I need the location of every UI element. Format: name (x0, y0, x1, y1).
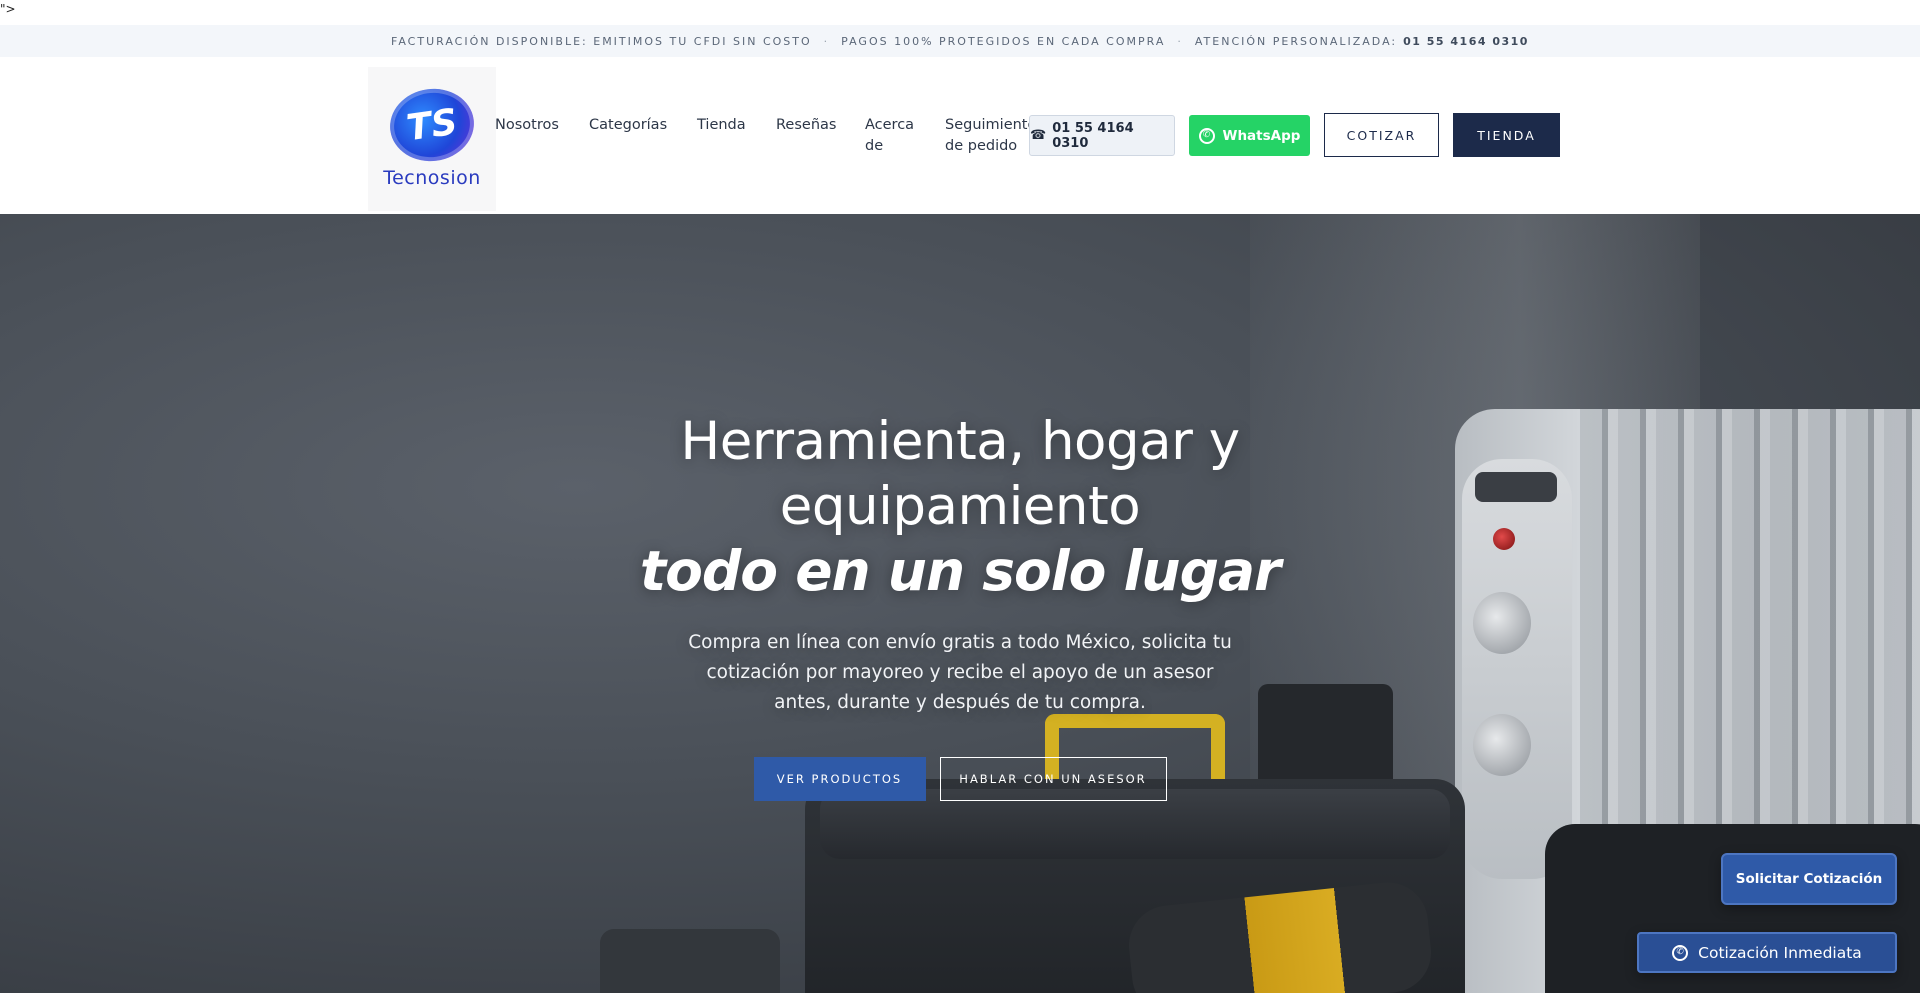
whatsapp-icon: ✆ (1198, 127, 1215, 144)
hero-subtitle: Compra en línea con envío gratis a todo … (688, 632, 1232, 713)
whatsapp-label: WhatsApp (1222, 127, 1301, 144)
whatsapp-button[interactable]: ✆ WhatsApp (1189, 115, 1310, 156)
announcement-support-phone[interactable]: 01 55 4164 0310 (1403, 35, 1529, 48)
announcement-invoicing: FACTURACIÓN DISPONIBLE: EMITIMOS TU CFDI… (391, 34, 812, 48)
announcement-support-label: ATENCIÓN PERSONALIZADA: (1194, 34, 1398, 48)
announcement-separator: · (1177, 34, 1183, 48)
hero-banner: Herramienta, hogar y equipamiento todo e… (0, 214, 1920, 993)
logo-wordmark: Tecnosion (383, 167, 481, 189)
logo-mark-icon: TS (385, 83, 479, 167)
hero-photo-heater-knob (1473, 714, 1531, 776)
nav-resenas[interactable]: Reseñas (776, 115, 836, 136)
hero-photo-case (600, 929, 780, 993)
hero-title-line1: Herramienta, hogar y (680, 411, 1240, 472)
nav-acerca-line1: Acerca (865, 117, 915, 133)
nav-seguimiento-line1: Seguimiento (945, 117, 1037, 133)
hero-photo-heater-knob (1473, 592, 1531, 654)
instant-quote-floating-button[interactable]: ✆ Cotización Inmediata (1637, 932, 1897, 973)
announcement-separator: · (823, 34, 830, 48)
hero-title: Herramienta, hogar y equipamiento todo e… (560, 409, 1360, 604)
talk-to-advisor-button[interactable]: HABLAR CON UN ASESOR (939, 757, 1167, 801)
tienda-button[interactable]: TIENDA (1453, 113, 1560, 157)
announcement-payments: PAGOS 100% PROTEGIDOS EN CADA COMPRA (841, 34, 1166, 48)
site-header: TS Tecnosion Nosotros Categorías Tienda … (0, 57, 1920, 214)
hero-photo-heater-panel (1462, 459, 1572, 879)
call-phone-button[interactable]: ☎ 01 55 4164 0310 (1029, 115, 1175, 156)
whatsapp-icon: ✆ (1672, 944, 1689, 961)
nav-seguimiento-pedido[interactable]: Seguimiento de pedido (945, 115, 1036, 157)
view-products-button[interactable]: VER PRODUCTOS (753, 757, 926, 801)
request-quote-floating-button[interactable]: Solicitar Cotización (1721, 853, 1897, 905)
cotizar-button[interactable]: COTIZAR (1324, 113, 1439, 157)
nav-acerca-de[interactable]: Acerca de (865, 115, 914, 157)
nav-nosotros[interactable]: Nosotros (495, 115, 559, 136)
hero-title-line2: equipamiento (779, 476, 1141, 537)
nav-seguimiento-line2: de pedido (945, 138, 1018, 154)
site-logo[interactable]: TS Tecnosion (368, 67, 496, 211)
nav-categorias[interactable]: Categorías (589, 115, 667, 136)
call-phone-label: 01 55 4164 0310 (1052, 120, 1134, 151)
nav-tienda[interactable]: Tienda (697, 115, 746, 136)
hero-photo-heater-slot (1475, 472, 1557, 502)
hero-content: Herramienta, hogar y equipamiento todo e… (560, 409, 1360, 801)
hero-title-emphasis: todo en un solo lugar (639, 539, 1281, 603)
nav-acerca-line2: de (865, 138, 884, 154)
instant-quote-label: Cotización Inmediata (1698, 943, 1862, 962)
hero-actions: VER PRODUCTOS HABLAR CON UN ASESOR (560, 757, 1360, 801)
hero-photo-heater-led (1493, 528, 1515, 550)
phone-icon: ☎ (1030, 128, 1047, 143)
stray-markup-text: "> (0, 2, 16, 16)
announcement-bar: FACTURACIÓN DISPONIBLE: EMITIMOS TU CFDI… (0, 25, 1920, 57)
